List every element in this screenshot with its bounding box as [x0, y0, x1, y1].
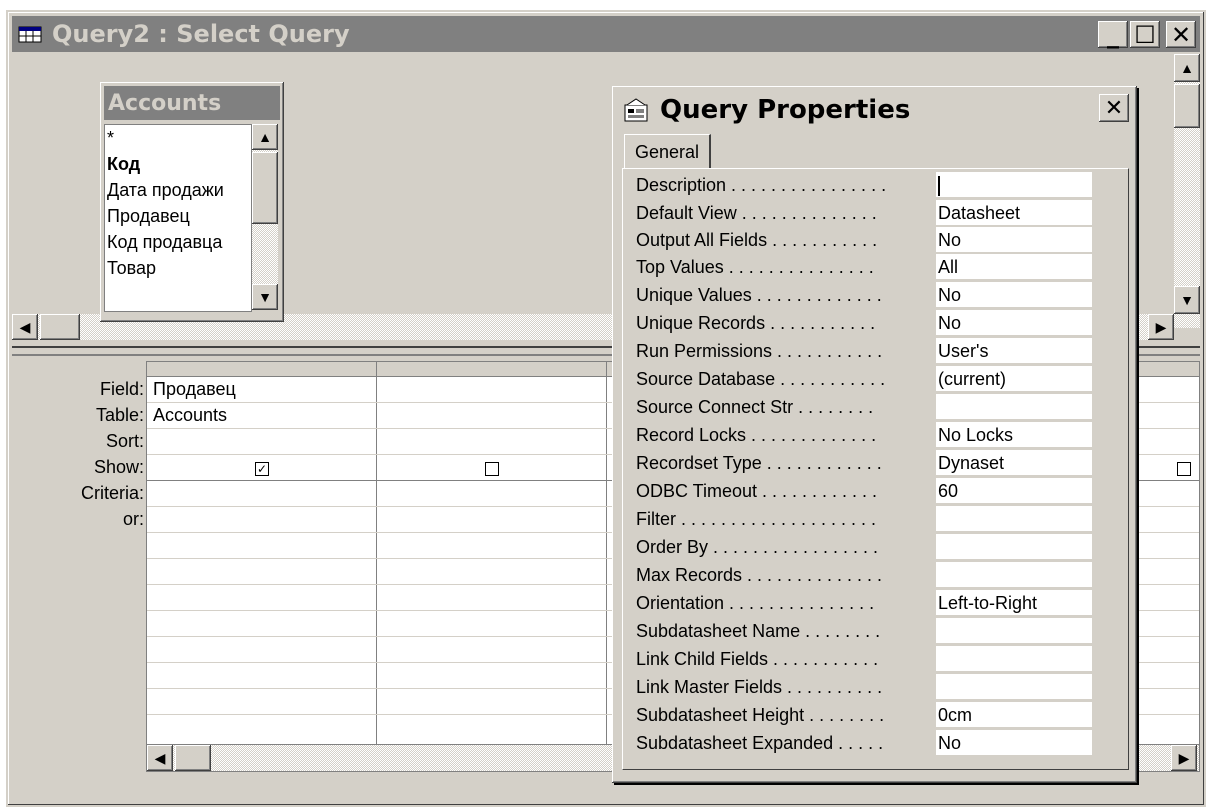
show-checkbox[interactable]: [485, 462, 499, 476]
property-value[interactable]: No: [936, 730, 1092, 756]
property-label: Link Child Fields . . . . . . . . . . .: [636, 649, 879, 669]
close-button[interactable]: ✕: [1166, 20, 1196, 49]
property-label: Subdatasheet Height . . . . . . . .: [636, 705, 885, 725]
property-label: Link Master Fields . . . . . . . . . .: [636, 677, 883, 697]
property-label: Recordset Type . . . . . . . . . . . .: [636, 453, 882, 473]
minimize-icon: _: [1107, 20, 1119, 49]
property-label: Top Values . . . . . . . . . . . . . . .: [636, 257, 874, 277]
title-bar[interactable]: Query2 : Select Query _ ☐ ✕: [12, 16, 1200, 52]
row-label-show: Show:: [93, 457, 144, 477]
property-label: ODBC Timeout . . . . . . . . . . . .: [636, 481, 878, 501]
text-caret: [938, 176, 940, 197]
query-icon: [18, 24, 44, 44]
property-value[interactable]: No: [936, 310, 1092, 336]
property-value[interactable]: [936, 562, 1092, 588]
property-value[interactable]: No: [936, 282, 1092, 308]
field-cell[interactable]: Продавец: [149, 376, 236, 402]
row-label-criteria: Criteria:: [80, 483, 144, 503]
property-value[interactable]: 0cm: [936, 702, 1092, 728]
field-list-item[interactable]: Товар: [105, 255, 251, 281]
property-value[interactable]: [936, 674, 1092, 700]
field-list-item[interactable]: Код продавца: [105, 229, 251, 255]
tab-general[interactable]: General: [624, 134, 712, 169]
property-value[interactable]: [936, 506, 1092, 532]
property-value[interactable]: [936, 646, 1092, 672]
query-properties-dialog: Query Properties ✕ General Description .…: [612, 86, 1137, 783]
scroll-right-button[interactable]: ▶: [1148, 314, 1174, 340]
property-label: Subdatasheet Expanded . . . . .: [636, 733, 884, 753]
field-list-scroll-thumb[interactable]: [252, 152, 278, 224]
scroll-down-button[interactable]: ▼: [1174, 286, 1200, 314]
field-list-items[interactable]: * Код Дата продажи Продавец Код продавца…: [104, 124, 252, 312]
minimize-button[interactable]: _: [1098, 20, 1128, 49]
property-label: Orientation . . . . . . . . . . . . . . …: [636, 593, 875, 613]
property-label: Record Locks . . . . . . . . . . . . .: [636, 425, 877, 445]
property-value[interactable]: User's: [936, 338, 1092, 364]
property-label: Subdatasheet Name . . . . . . . .: [636, 621, 881, 641]
scroll-up-button[interactable]: ▲: [1174, 54, 1200, 82]
scroll-thumb[interactable]: [1174, 84, 1200, 128]
property-value[interactable]: Datasheet: [936, 200, 1092, 226]
property-label: Output All Fields . . . . . . . . . . .: [636, 230, 878, 250]
show-checkbox-checked[interactable]: ✓: [255, 462, 269, 476]
window-title: Query2 : Select Query: [52, 20, 350, 48]
field-list-item[interactable]: *: [105, 125, 251, 151]
query-window: Query2 : Select Query _ ☐ ✕ ▲ ▼ ◀ ▶ Fiel…: [6, 10, 1206, 807]
property-value[interactable]: No Locks: [936, 422, 1092, 448]
scroll-thumb[interactable]: [40, 314, 80, 340]
property-label: Order By . . . . . . . . . . . . . . . .…: [636, 537, 879, 557]
property-label: Source Database . . . . . . . . . . .: [636, 369, 886, 389]
property-label: Description . . . . . . . . . . . . . . …: [636, 175, 887, 195]
row-label-field: Field:: [99, 379, 144, 399]
field-list-scrollbar[interactable]: ▲ ▼: [252, 124, 278, 310]
property-label: Run Permissions . . . . . . . . . . .: [636, 341, 883, 361]
row-label-sort: Sort:: [105, 431, 144, 451]
accounts-field-list[interactable]: Accounts * Код Дата продажи Продавец Код…: [100, 82, 284, 322]
maximize-icon: ☐: [1134, 20, 1156, 49]
field-list-title[interactable]: Accounts: [104, 86, 280, 120]
grid-scroll-left-button[interactable]: ◀: [147, 745, 173, 771]
property-value[interactable]: Dynaset: [936, 450, 1092, 476]
dialog-title: Query Properties: [660, 95, 911, 125]
property-label: Source Connect Str . . . . . . . .: [636, 397, 874, 417]
properties-icon: [622, 97, 650, 123]
table-pane-vertical-scrollbar[interactable]: ▲ ▼: [1174, 54, 1200, 328]
property-value[interactable]: All: [936, 254, 1092, 280]
property-value[interactable]: (current): [936, 366, 1092, 392]
property-label: Max Records . . . . . . . . . . . . . .: [636, 565, 883, 585]
table-cell[interactable]: Accounts: [149, 402, 227, 428]
grid-row-labels: Field: Table: Sort: Show: Criteria: or:: [38, 376, 144, 532]
field-list-item-primary-key[interactable]: Код: [105, 151, 251, 177]
property-label: Unique Records . . . . . . . . . . .: [636, 313, 876, 333]
row-label-table: Table:: [95, 405, 144, 425]
dialog-title-bar[interactable]: Query Properties: [616, 90, 1133, 130]
field-list-item[interactable]: Продавец: [105, 203, 251, 229]
field-list-scroll-down-button[interactable]: ▼: [252, 284, 278, 310]
property-label: Unique Values . . . . . . . . . . . . .: [636, 285, 882, 305]
property-value[interactable]: [936, 534, 1092, 560]
show-checkbox[interactable]: [1177, 462, 1191, 476]
row-label-or: or:: [122, 509, 144, 529]
property-value[interactable]: [936, 394, 1092, 420]
property-value[interactable]: 60: [936, 478, 1092, 504]
property-value[interactable]: No: [936, 227, 1092, 253]
property-value-input[interactable]: [936, 172, 1092, 198]
property-value[interactable]: Left-to-Right: [936, 590, 1092, 616]
scroll-left-button[interactable]: ◀: [12, 314, 38, 340]
dialog-close-button[interactable]: ✕: [1099, 94, 1129, 122]
close-icon: ✕: [1104, 95, 1124, 121]
property-value[interactable]: [936, 618, 1092, 644]
property-label: Filter . . . . . . . . . . . . . . . . .…: [636, 509, 877, 529]
property-label: Default View . . . . . . . . . . . . . .: [636, 203, 877, 223]
maximize-button[interactable]: ☐: [1130, 20, 1160, 49]
field-list-scroll-up-button[interactable]: ▲: [252, 124, 278, 150]
grid-scroll-right-button[interactable]: ▶: [1171, 745, 1197, 771]
close-icon: ✕: [1170, 20, 1192, 49]
grid-scroll-thumb[interactable]: [175, 745, 211, 771]
field-list-item[interactable]: Дата продажи: [105, 177, 251, 203]
